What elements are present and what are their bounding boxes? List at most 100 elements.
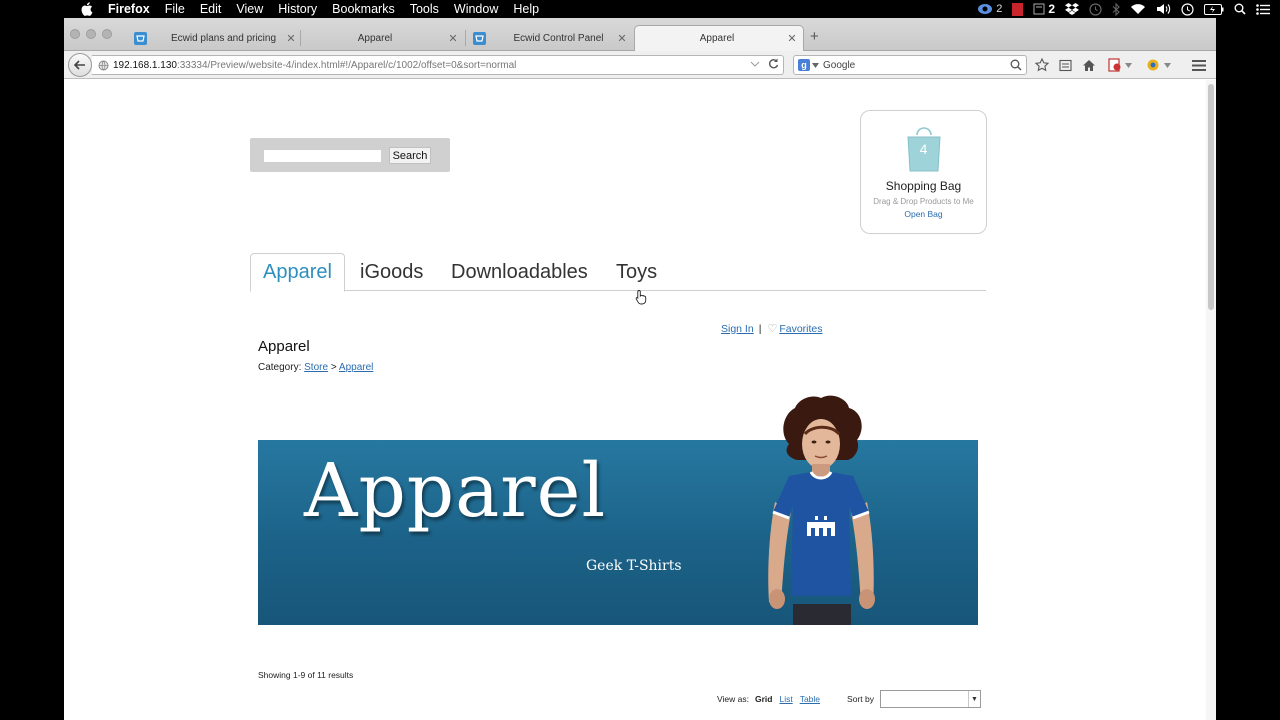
apple-icon[interactable]: [80, 2, 94, 16]
minimize-window-button[interactable]: [86, 29, 96, 39]
open-bag-link[interactable]: Open Bag: [861, 209, 986, 219]
url-path: :33334/Preview/website-4/index.html#!/Ap…: [176, 59, 517, 71]
tab-close-icon[interactable]: ✕: [615, 32, 629, 45]
shopping-bag-widget[interactable]: 4 Shopping Bag Drag & Drop Products to M…: [860, 110, 987, 234]
heart-icon: ♡: [767, 323, 778, 335]
menu-window[interactable]: Window: [454, 2, 498, 16]
wifi-icon[interactable]: [1130, 3, 1146, 15]
bag-subtitle: Drag & Drop Products to Me: [873, 197, 974, 206]
navigation-toolbar: 192.168.1.130:33334/Preview/website-4/in…: [64, 51, 1216, 79]
link-separator: |: [758, 322, 762, 335]
zoom-window-button[interactable]: [102, 29, 112, 39]
view-table-link[interactable]: Table: [800, 694, 820, 704]
addon-icon[interactable]: [1107, 57, 1123, 73]
tray-badge: 2: [996, 3, 1003, 15]
sort-select[interactable]: ▼: [879, 690, 981, 708]
menu-bookmarks[interactable]: Bookmarks: [332, 2, 395, 16]
tab-downloadables[interactable]: Downloadables: [451, 253, 588, 291]
red-app-icon[interactable]: [1012, 2, 1024, 16]
tab-apparel[interactable]: Apparel: [250, 253, 345, 292]
globe-icon: [98, 60, 109, 70]
ecwid-favicon-icon: [134, 31, 147, 45]
tab-ecwid-plans[interactable]: Ecwid plans and pricing ✕: [134, 25, 298, 51]
bookmarks-menu-icon[interactable]: [1057, 57, 1073, 73]
page-content: Search 4 Shopping Bag Drag & Drop Produc…: [64, 80, 1206, 720]
tab-separator: [465, 30, 466, 46]
breadcrumb-label: Category:: [258, 362, 302, 373]
breadcrumb-separator: >: [330, 362, 337, 373]
url-host: 192.168.1.130: [113, 59, 177, 71]
time-machine-icon[interactable]: [1089, 2, 1102, 16]
menu-view[interactable]: View: [236, 2, 263, 16]
view-list-link[interactable]: List: [779, 694, 792, 704]
creative-cloud-icon[interactable]: 2: [977, 3, 1002, 15]
notification-center-icon[interactable]: [1256, 3, 1270, 15]
store-search-panel: Search: [250, 138, 450, 172]
tab-ecwid-control-panel[interactable]: Ecwid Control Panel ✕: [473, 25, 629, 51]
tab-toys[interactable]: Toys: [616, 253, 657, 291]
breadcrumb-store-link[interactable]: Store: [304, 362, 328, 373]
chevron-down-icon: ▼: [967, 691, 980, 707]
scrollbar-thumb[interactable]: [1208, 84, 1214, 310]
tab-close-icon[interactable]: ✕: [446, 32, 460, 45]
ecwid-favicon-icon: [473, 31, 486, 45]
tab-label: Apparel: [699, 33, 735, 44]
bluetooth-icon[interactable]: [1112, 2, 1120, 16]
dropbox-icon[interactable]: [1065, 3, 1079, 15]
tab-label: Ecwid plans and pricing: [170, 32, 277, 44]
close-window-button[interactable]: [70, 29, 80, 39]
page-title: Apparel: [258, 338, 310, 355]
tab-igoods[interactable]: iGoods: [360, 253, 423, 291]
home-icon[interactable]: [1081, 57, 1097, 73]
addon-dropdown-icon[interactable]: [1123, 57, 1133, 73]
tab-close-icon[interactable]: ✕: [284, 32, 298, 45]
account-links: Sign In | ♡ Favorites: [721, 322, 823, 336]
menu-help[interactable]: Help: [513, 2, 539, 16]
volume-icon[interactable]: [1156, 3, 1171, 15]
hand-cursor-icon: [635, 290, 647, 305]
tab-close-icon[interactable]: ✕: [785, 32, 799, 45]
new-tab-button[interactable]: +: [810, 28, 819, 45]
tab-apparel-1[interactable]: Apparel ✕: [304, 25, 460, 51]
tab-apparel-active[interactable]: Apparel ✕: [634, 25, 804, 51]
store-search-input[interactable]: [263, 149, 382, 163]
tab-separator: [300, 30, 301, 46]
category-tabs: Apparel iGoods Downloadables Toys: [250, 253, 986, 292]
sign-in-link[interactable]: Sign In: [721, 323, 754, 335]
extension-icon[interactable]: [1145, 57, 1161, 73]
menu-history[interactable]: History: [278, 2, 317, 16]
store-search-button[interactable]: Search: [389, 147, 431, 164]
clock-icon[interactable]: [1181, 2, 1194, 16]
notes-icon[interactable]: 2: [1033, 2, 1055, 16]
url-bar[interactable]: 192.168.1.130:33334/Preview/website-4/in…: [92, 55, 784, 75]
browser-window: Ecwid plans and pricing ✕ Apparel ✕ Ecwi…: [64, 18, 1216, 720]
hamburger-menu-icon[interactable]: [1191, 57, 1207, 73]
favorites-link[interactable]: Favorites: [779, 323, 822, 335]
menu-edit[interactable]: Edit: [200, 2, 222, 16]
web-search-field[interactable]: g Google: [793, 55, 1027, 75]
battery-icon[interactable]: [1204, 3, 1224, 15]
back-arrow-icon: [74, 60, 85, 70]
back-button[interactable]: [68, 53, 92, 77]
extension-dropdown-icon[interactable]: [1162, 57, 1172, 73]
bookmark-star-icon[interactable]: [1034, 57, 1050, 73]
reload-icon[interactable]: [768, 58, 779, 69]
menu-file[interactable]: File: [165, 2, 185, 16]
bag-count: 4: [919, 141, 928, 157]
spotlight-icon[interactable]: [1234, 3, 1246, 15]
dropdown-arrow-icon[interactable]: [750, 60, 760, 68]
search-placeholder: Google: [823, 59, 856, 71]
sort-by-label: Sort by: [847, 694, 874, 704]
view-sort-bar: View as: Grid List Table Sort by ▼: [717, 690, 981, 708]
engine-dropdown-icon[interactable]: [812, 62, 819, 68]
tab-label: Apparel: [357, 32, 393, 44]
tray-badge: 2: [1048, 2, 1055, 16]
view-grid-option[interactable]: Grid: [755, 694, 772, 704]
tab-label: Ecwid Control Panel: [513, 32, 604, 44]
menu-tools[interactable]: Tools: [410, 2, 439, 16]
menu-app-name[interactable]: Firefox: [108, 2, 150, 16]
system-menubar: Firefox File Edit View History Bookmarks…: [0, 0, 1280, 18]
model-illustration: [768, 395, 875, 625]
breadcrumb-current-link[interactable]: Apparel: [339, 362, 373, 373]
search-icon[interactable]: [1010, 59, 1022, 71]
